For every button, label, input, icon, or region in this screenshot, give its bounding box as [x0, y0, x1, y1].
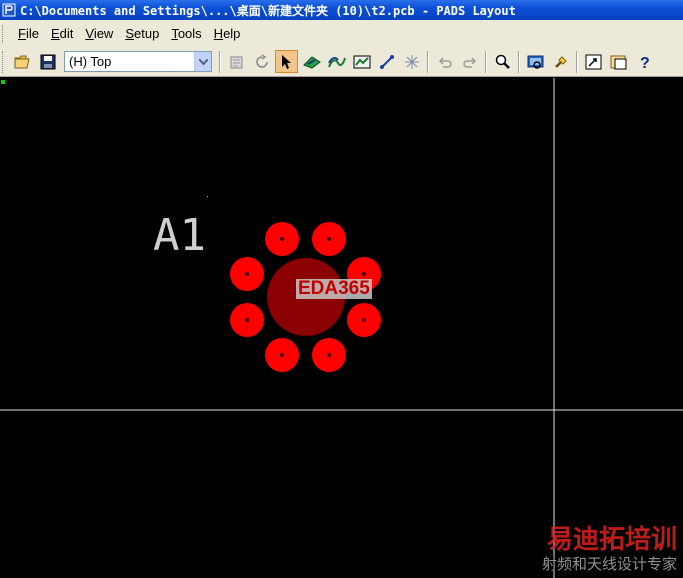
menu-help[interactable]: Help [208, 23, 247, 45]
drill-hole [280, 353, 284, 357]
menu-grip[interactable] [2, 24, 6, 43]
select-arrow-icon[interactable] [275, 50, 298, 73]
menu-edit[interactable]: Edit [45, 23, 79, 45]
drill-hole [245, 318, 249, 322]
menu-view[interactable]: View [79, 23, 119, 45]
view-icon[interactable] [524, 50, 547, 73]
drill-hole [327, 237, 331, 241]
drill-hole [327, 353, 331, 357]
hatch-icon[interactable] [549, 50, 572, 73]
window-title: C:\Documents and Settings\...\桌面\新建文件夹 (… [20, 3, 516, 18]
open-folder-icon[interactable] [11, 50, 34, 73]
drill-hole [245, 272, 249, 276]
redo-icon[interactable] [458, 50, 481, 73]
drill-hole [362, 318, 366, 322]
save-icon[interactable] [36, 50, 59, 73]
component-label[interactable]: A1 [153, 210, 206, 261]
toolbar-separator [485, 50, 487, 73]
drill-hole [280, 237, 284, 241]
redraw-icon[interactable] [250, 50, 273, 73]
toolbar-separator [427, 50, 429, 73]
drafting-icon[interactable] [350, 50, 373, 73]
brand-logo: 易迪拓培训 [546, 525, 677, 555]
properties-icon[interactable] [225, 50, 248, 73]
zoom-icon[interactable] [491, 50, 514, 73]
origin-marker [1, 80, 5, 84]
toolbar-separator [219, 50, 221, 73]
standard-toolbar: (H) Top ? [0, 47, 683, 77]
toolbar-grip[interactable] [2, 50, 6, 73]
undo-icon[interactable] [433, 50, 456, 73]
pcb-drawing: A1 [0, 78, 683, 578]
pcb-workspace[interactable]: A1 [0, 78, 683, 578]
menu-tools[interactable]: Tools [165, 23, 207, 45]
dimension-icon[interactable] [375, 50, 398, 73]
drill-hole [362, 272, 366, 276]
pads-app-icon [2, 3, 16, 17]
brand-subtitle: 射频和天线设计专家 [541, 555, 677, 573]
layer-dropdown[interactable]: (H) Top [64, 51, 212, 72]
stray-point [207, 196, 208, 197]
chevron-down-icon[interactable] [194, 52, 211, 71]
menu-file[interactable]: File [12, 23, 45, 45]
design-toolbar-icon[interactable] [300, 50, 323, 73]
session-icon[interactable] [582, 50, 605, 73]
ecodesign-icon[interactable] [325, 50, 348, 73]
help-icon[interactable]: ? [632, 50, 655, 73]
toolbar-separator [576, 50, 578, 73]
eda365-watermark: EDA365 [296, 278, 372, 299]
toolbar-separator [518, 50, 520, 73]
menu-setup[interactable]: Setup [119, 23, 165, 45]
bga-icon[interactable] [400, 50, 423, 73]
svg-text:?: ? [640, 55, 650, 70]
layer-dropdown-value: (H) Top [69, 54, 112, 69]
menu-bar: File Edit View Setup Tools Help [0, 20, 683, 47]
title-bar: C:\Documents and Settings\...\桌面\新建文件夹 (… [0, 0, 683, 20]
output-icon[interactable] [607, 50, 630, 73]
